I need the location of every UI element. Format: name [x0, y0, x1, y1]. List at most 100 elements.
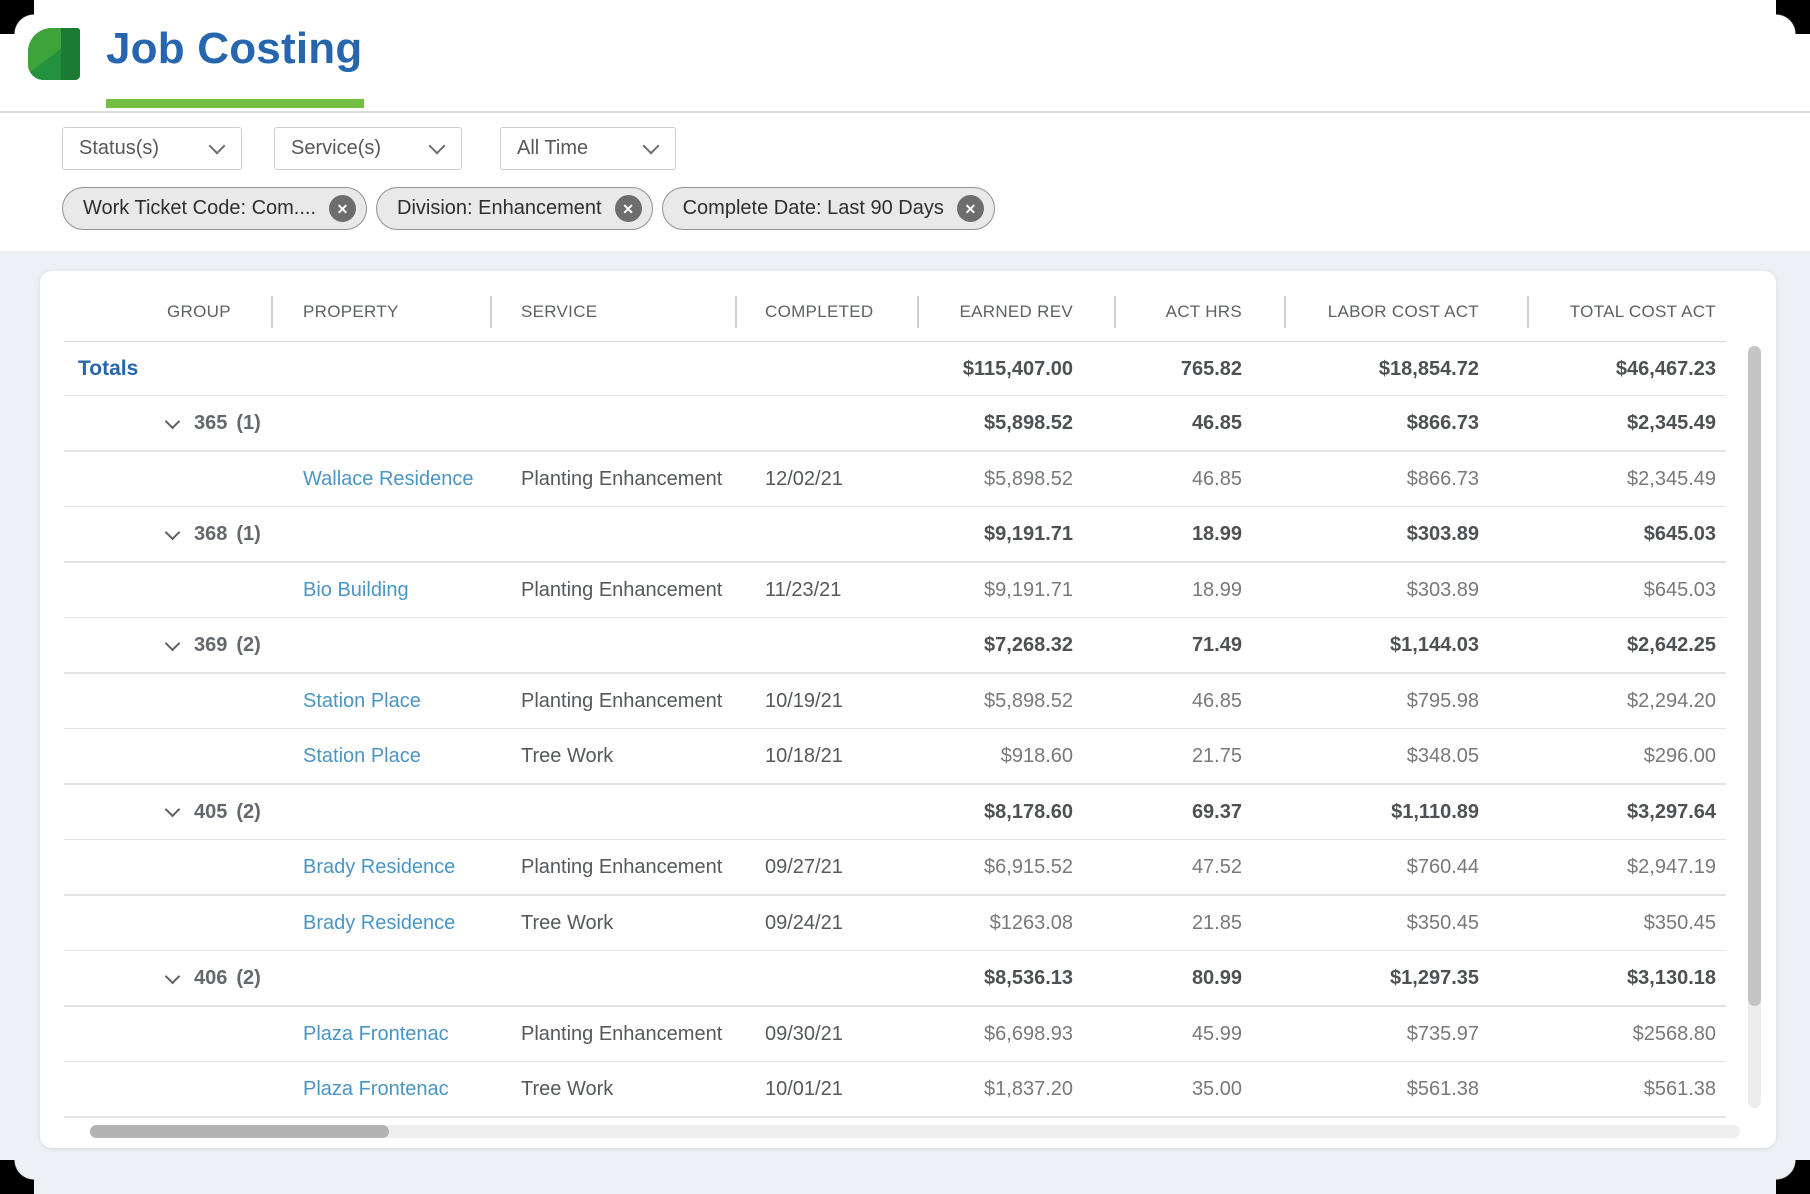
- service-cell: Planting Enhancement: [490, 690, 735, 713]
- act-hrs-cell: 46.85: [1114, 690, 1284, 713]
- total-cost-act-cell: $645.03: [1527, 523, 1776, 546]
- total-cost-act-cell: $350.45: [1527, 912, 1776, 935]
- act-hrs-cell: 80.99: [1114, 967, 1284, 990]
- property-link[interactable]: Wallace Residence: [303, 468, 473, 490]
- column-header-completed: COMPLETED: [735, 281, 917, 342]
- service-cell: Tree Work: [490, 912, 735, 935]
- column-header-service: SERVICE: [490, 281, 735, 342]
- leaf-logo-icon: [28, 28, 80, 80]
- vertical-scrollbar-thumb[interactable]: [1748, 346, 1761, 1006]
- chevron-down-icon[interactable]: [165, 635, 181, 651]
- table-body: 365 (1) $5,898.52 46.85 $866.73 $2,345.4…: [40, 396, 1776, 1118]
- totals-earned-rev: $115,407.00: [917, 358, 1114, 381]
- total-cost-act-cell: $3,297.64: [1527, 801, 1776, 824]
- column-header-earned-rev: EARNED REV: [917, 281, 1114, 342]
- work-ticket-row: Brady Residence Planting Enhancement 09/…: [40, 840, 1776, 896]
- status-filter-label: Status(s): [79, 137, 159, 160]
- time-range-filter-dropdown[interactable]: All Time: [500, 127, 676, 170]
- chevron-down-icon[interactable]: [165, 524, 181, 540]
- chevron-down-icon[interactable]: [165, 802, 181, 818]
- group-row[interactable]: 369 (2) $7,268.32 71.49 $1,144.03 $2,642…: [40, 618, 1776, 674]
- labor-cost-act-cell: $795.98: [1284, 690, 1527, 713]
- work-ticket-row: Plaza Frontenac Tree Work 10/01/21 $1,83…: [40, 1062, 1776, 1118]
- status-filter-dropdown[interactable]: Status(s): [62, 127, 242, 170]
- labor-cost-act-cell: $561.38: [1284, 1078, 1527, 1101]
- remove-filter-icon[interactable]: ✕: [329, 195, 356, 222]
- group-count: (2): [236, 801, 260, 824]
- active-filter-chips: Work Ticket Code: Com.... ✕ Division: En…: [62, 187, 995, 230]
- total-cost-act-cell: $2,345.49: [1527, 412, 1776, 435]
- completed-date-cell: 11/23/21: [735, 579, 917, 602]
- group-row[interactable]: 406 (2) $8,536.13 80.99 $1,297.35 $3,130…: [40, 951, 1776, 1007]
- act-hrs-cell: 21.75: [1114, 745, 1284, 768]
- labor-cost-act-cell: $735.97: [1284, 1023, 1527, 1046]
- labor-cost-act-cell: $866.73: [1284, 468, 1527, 491]
- act-hrs-cell: 71.49: [1114, 634, 1284, 657]
- totals-total-cost-act: $46,467.23: [1527, 358, 1776, 381]
- property-link[interactable]: Plaza Frontenac: [303, 1078, 449, 1100]
- service-cell: Tree Work: [490, 1078, 735, 1101]
- labor-cost-act-cell: $1,110.89: [1284, 801, 1527, 824]
- property-link[interactable]: Plaza Frontenac: [303, 1023, 449, 1045]
- act-hrs-cell: 46.85: [1114, 468, 1284, 491]
- group-count: (2): [236, 634, 260, 657]
- earned-rev-cell: $9,191.71: [917, 579, 1114, 602]
- horizontal-scrollbar[interactable]: [90, 1125, 1740, 1138]
- earned-rev-cell: $1,837.20: [917, 1078, 1114, 1101]
- property-link[interactable]: Brady Residence: [303, 912, 455, 934]
- completed-date-cell: 10/19/21: [735, 690, 917, 713]
- property-link[interactable]: Bio Building: [303, 579, 409, 601]
- total-cost-act-cell: $2,345.49: [1527, 468, 1776, 491]
- filter-bar: Status(s) Service(s) All Time Work Ticke…: [0, 113, 1810, 249]
- column-header-group: GROUP: [40, 281, 271, 342]
- total-cost-act-cell: $296.00: [1527, 745, 1776, 768]
- chip-label: Complete Date: Last 90 Days: [683, 197, 944, 220]
- group-count: (1): [236, 523, 260, 546]
- group-row[interactable]: 368 (1) $9,191.71 18.99 $303.89 $645.03: [40, 507, 1776, 563]
- act-hrs-cell: 35.00: [1114, 1078, 1284, 1101]
- act-hrs-cell: 21.85: [1114, 912, 1284, 935]
- earned-rev-cell: $918.60: [917, 745, 1114, 768]
- chevron-down-icon[interactable]: [165, 413, 181, 429]
- remove-filter-icon[interactable]: ✕: [957, 195, 984, 222]
- group-number: 405: [194, 801, 227, 824]
- labor-cost-act-cell: $760.44: [1284, 856, 1527, 879]
- topbar: Job Costing: [0, 0, 1810, 111]
- property-link[interactable]: Brady Residence: [303, 856, 455, 878]
- group-row[interactable]: 405 (2) $8,178.60 69.37 $1,110.89 $3,297…: [40, 785, 1776, 841]
- completed-date-cell: 10/01/21: [735, 1078, 917, 1101]
- act-hrs-cell: 46.85: [1114, 412, 1284, 435]
- earned-rev-cell: $6,915.52: [917, 856, 1114, 879]
- group-number: 369: [194, 634, 227, 657]
- chevron-down-icon: [643, 137, 660, 154]
- total-cost-act-cell: $645.03: [1527, 579, 1776, 602]
- work-ticket-row: Wallace Residence Planting Enhancement 1…: [40, 452, 1776, 508]
- earned-rev-cell: $5,898.52: [917, 412, 1114, 435]
- remove-filter-icon[interactable]: ✕: [615, 195, 642, 222]
- service-filter-dropdown[interactable]: Service(s): [274, 127, 462, 170]
- labor-cost-act-cell: $1,297.35: [1284, 967, 1527, 990]
- earned-rev-cell: $6,698.93: [917, 1023, 1114, 1046]
- chevron-down-icon: [429, 137, 446, 154]
- labor-cost-act-cell: $1,144.03: [1284, 634, 1527, 657]
- group-row[interactable]: 365 (1) $5,898.52 46.85 $866.73 $2,345.4…: [40, 396, 1776, 452]
- labor-cost-act-cell: $303.89: [1284, 523, 1527, 546]
- total-cost-act-cell: $2,642.25: [1527, 634, 1776, 657]
- work-ticket-row: Station Place Planting Enhancement 10/19…: [40, 674, 1776, 730]
- time-range-filter-label: All Time: [517, 137, 588, 160]
- page-title: Job Costing: [106, 24, 362, 74]
- earned-rev-cell: $5,898.52: [917, 468, 1114, 491]
- property-link[interactable]: Station Place: [303, 745, 421, 767]
- act-hrs-cell: 18.99: [1114, 523, 1284, 546]
- vertical-scrollbar[interactable]: [1748, 346, 1761, 1108]
- totals-row: Totals $115,407.00 765.82 $18,854.72 $46…: [40, 342, 1776, 396]
- horizontal-scrollbar-thumb[interactable]: [90, 1125, 389, 1138]
- service-cell: Planting Enhancement: [490, 579, 735, 602]
- earned-rev-cell: $9,191.71: [917, 523, 1114, 546]
- filter-chip-work-ticket-code: Work Ticket Code: Com.... ✕: [62, 187, 367, 230]
- chevron-down-icon[interactable]: [165, 968, 181, 984]
- divider: [64, 1116, 1726, 1118]
- property-link[interactable]: Station Place: [303, 690, 421, 712]
- total-cost-act-cell: $2,947.19: [1527, 856, 1776, 879]
- total-cost-act-cell: $561.38: [1527, 1078, 1776, 1101]
